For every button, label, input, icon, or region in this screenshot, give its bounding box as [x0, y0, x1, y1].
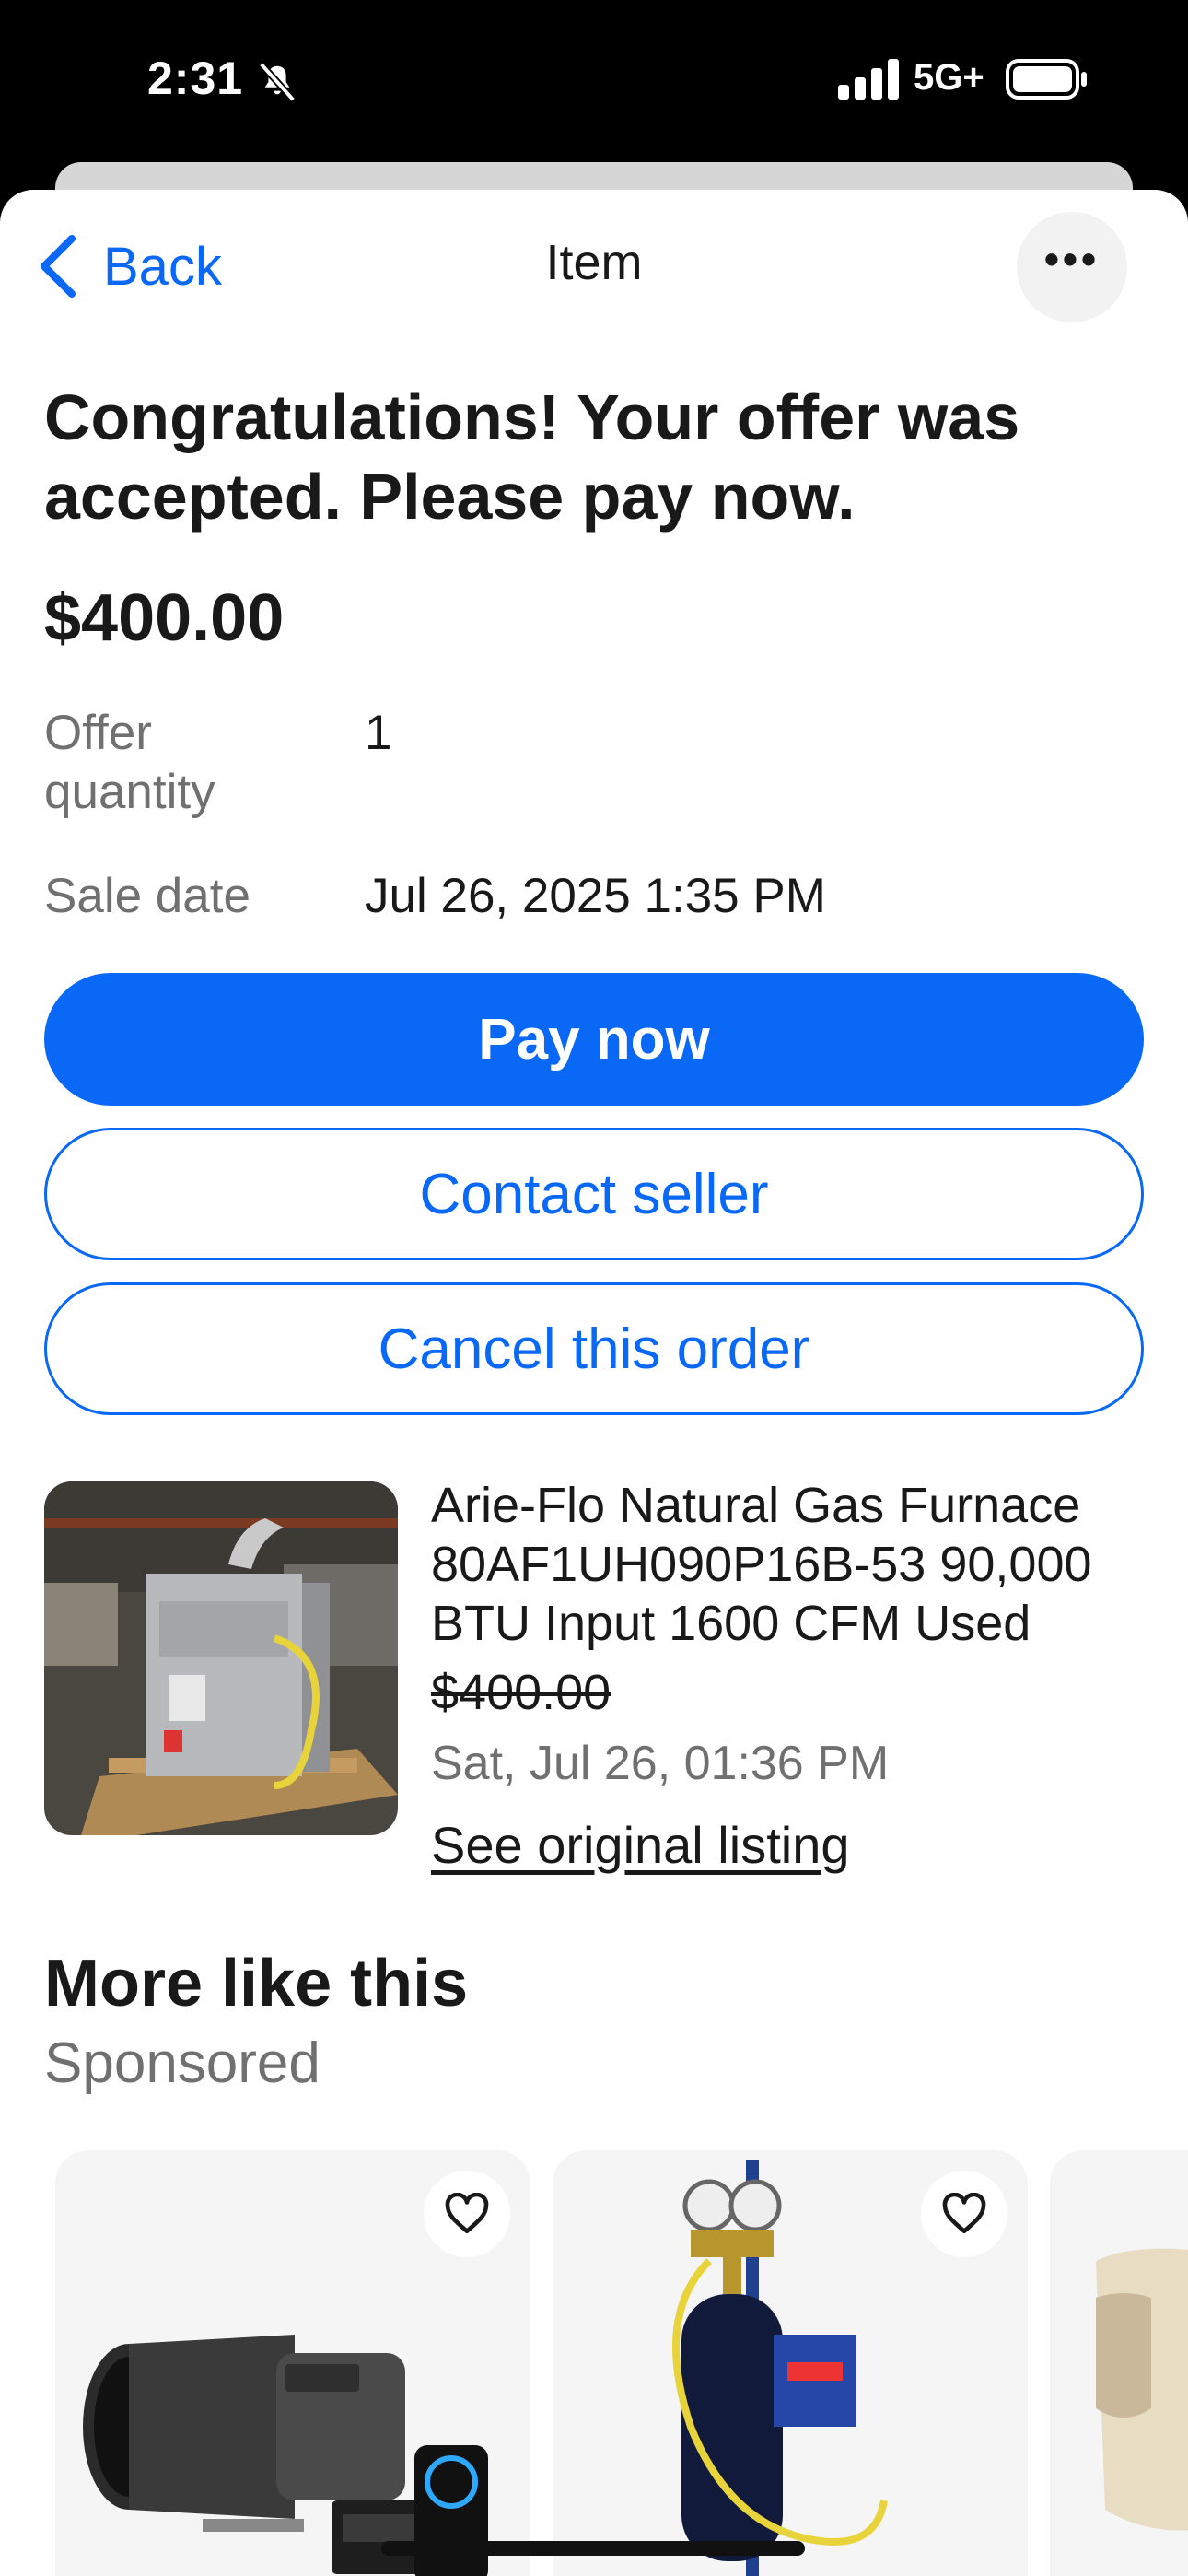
- item-sheet: Back Item ••• Congratulations! Your offe…: [0, 190, 1188, 2576]
- item-original-price: $400.00: [431, 1665, 611, 1720]
- cancel-order-button[interactable]: Cancel this order: [44, 1282, 1144, 1415]
- item-date: Sat, Jul 26, 01:36 PM: [431, 1737, 890, 1790]
- add-to-watchlist-button[interactable]: [424, 2171, 510, 2257]
- item-title: Arie-Flo Natural Gas Furnace 80AF1UH090P…: [431, 1478, 1092, 1651]
- see-original-listing-link[interactable]: See original listing: [431, 1815, 849, 1875]
- section-title: More like this: [44, 1947, 469, 2020]
- status-bar: 2:31 5G+: [0, 0, 1188, 161]
- heart-outline-icon: [445, 2193, 489, 2234]
- network-type: 5G+: [914, 57, 984, 98]
- offer-quantity-value: 1: [365, 706, 392, 760]
- sale-date-value: Jul 26, 2025 1:35 PM: [365, 869, 826, 923]
- status-time: 2:31: [147, 53, 244, 104]
- offer-price: $400.00: [44, 581, 285, 655]
- product-card[interactable]: [55, 2150, 530, 2576]
- home-indicator: [381, 2541, 805, 2556]
- offer-quantity-label: Offer quantity: [44, 706, 215, 819]
- battery-icon: [1006, 59, 1087, 100]
- more-options-button[interactable]: •••: [1017, 212, 1127, 322]
- ellipsis-icon: •••: [1043, 235, 1101, 283]
- cellular-signal-icon: [838, 59, 899, 100]
- add-to-watchlist-button[interactable]: [921, 2171, 1007, 2257]
- offer-headline: Congratulations! Your offer was accepted…: [44, 381, 1020, 533]
- product-card[interactable]: [553, 2150, 1028, 2576]
- sale-date-label: Sale date: [44, 869, 250, 923]
- partial-product-photo: [1096, 2248, 1188, 2531]
- heart-outline-icon: [942, 2193, 986, 2234]
- item-image[interactable]: [44, 1481, 398, 1835]
- pay-now-button[interactable]: Pay now: [44, 973, 1144, 1106]
- bell-slash-icon: [258, 62, 297, 102]
- section-subtitle: Sponsored: [44, 2032, 320, 2095]
- product-card[interactable]: [1050, 2150, 1188, 2576]
- page-title: Item: [545, 235, 643, 290]
- contact-seller-button[interactable]: Contact seller: [44, 1128, 1144, 1260]
- furnace-photo: [44, 1481, 398, 1835]
